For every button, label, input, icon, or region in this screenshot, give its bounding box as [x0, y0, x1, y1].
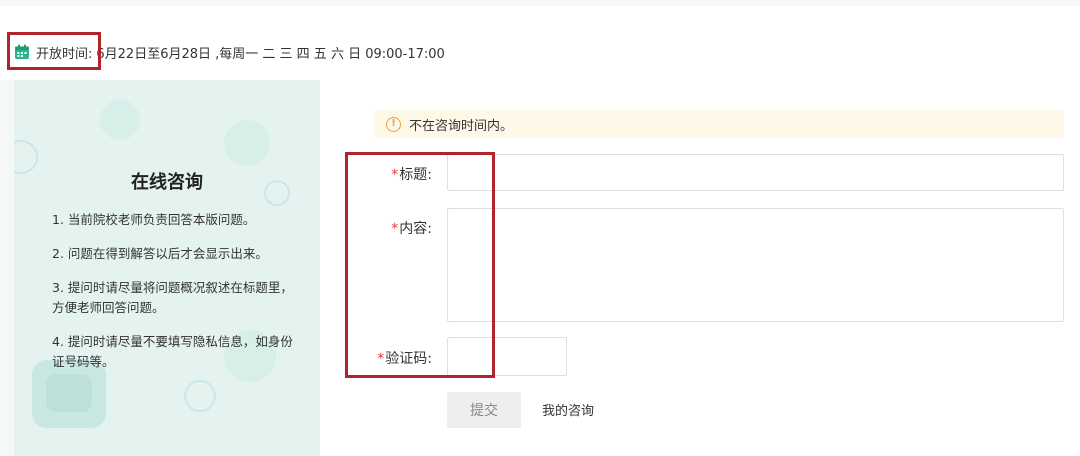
form-card: ! 不在咨询时间内。 *标题: *内容: *验证码: 提交 我的咨询 — [320, 80, 1080, 456]
captcha-label: *验证码: — [332, 348, 432, 368]
title-label-text: 标题: — [399, 167, 432, 183]
consult-panel: 在线咨询 1. 当前院校老师负责回答本版问题。 2. 问题在得到解答以后才会显示… — [0, 80, 1080, 456]
title-label: *标题: — [332, 164, 432, 184]
content-textarea[interactable] — [447, 208, 1064, 322]
open-time-row: 开放时间: 6月22日至6月28日 ,每周一 二 三 四 五 六 日 09:00… — [14, 42, 445, 62]
required-mark: * — [391, 167, 399, 183]
decor-circle — [224, 120, 270, 166]
tip-item: 1. 当前院校老师负责回答本版问题。 — [52, 212, 256, 227]
notice-text: 不在咨询时间内。 — [409, 118, 514, 134]
calendar-icon — [14, 44, 30, 60]
tip-item: 3. 提问时请尽量将问题概况叙述在标题里，方便老师回答问题。 — [52, 280, 293, 315]
required-mark: * — [391, 221, 399, 237]
tip-item: 4. 提问时请尽量不要填写隐私信息，如身份证号码等。 — [52, 334, 293, 369]
title-input[interactable] — [447, 154, 1064, 191]
panel-title: 在线咨询 — [131, 172, 203, 193]
top-strip — [0, 0, 1080, 6]
required-mark: * — [377, 351, 385, 367]
info-card: 在线咨询 1. 当前院校老师负责回答本版问题。 2. 问题在得到解答以后才会显示… — [14, 80, 320, 456]
open-time-value: 6月22日至6月28日 ,每周一 二 三 四 五 六 日 09:00-17:00 — [96, 46, 445, 62]
captcha-label-text: 验证码: — [385, 351, 432, 367]
content-label: *内容: — [332, 218, 432, 238]
content-label-text: 内容: — [399, 221, 432, 237]
captcha-input[interactable] — [447, 337, 567, 376]
tip-item: 2. 问题在得到解答以后才会显示出来。 — [52, 246, 268, 261]
my-consult-link[interactable]: 我的咨询 — [542, 400, 594, 419]
warning-icon: ! — [386, 116, 401, 132]
notice-bar: ! 不在咨询时间内。 — [374, 110, 1064, 138]
tips-list: 1. 当前院校老师负责回答本版问题。 2. 问题在得到解答以后才会显示出来。 3… — [52, 210, 302, 386]
decor-circle — [100, 100, 140, 140]
open-time-label: 开放时间: — [36, 46, 93, 62]
submit-button[interactable]: 提交 — [447, 392, 521, 428]
